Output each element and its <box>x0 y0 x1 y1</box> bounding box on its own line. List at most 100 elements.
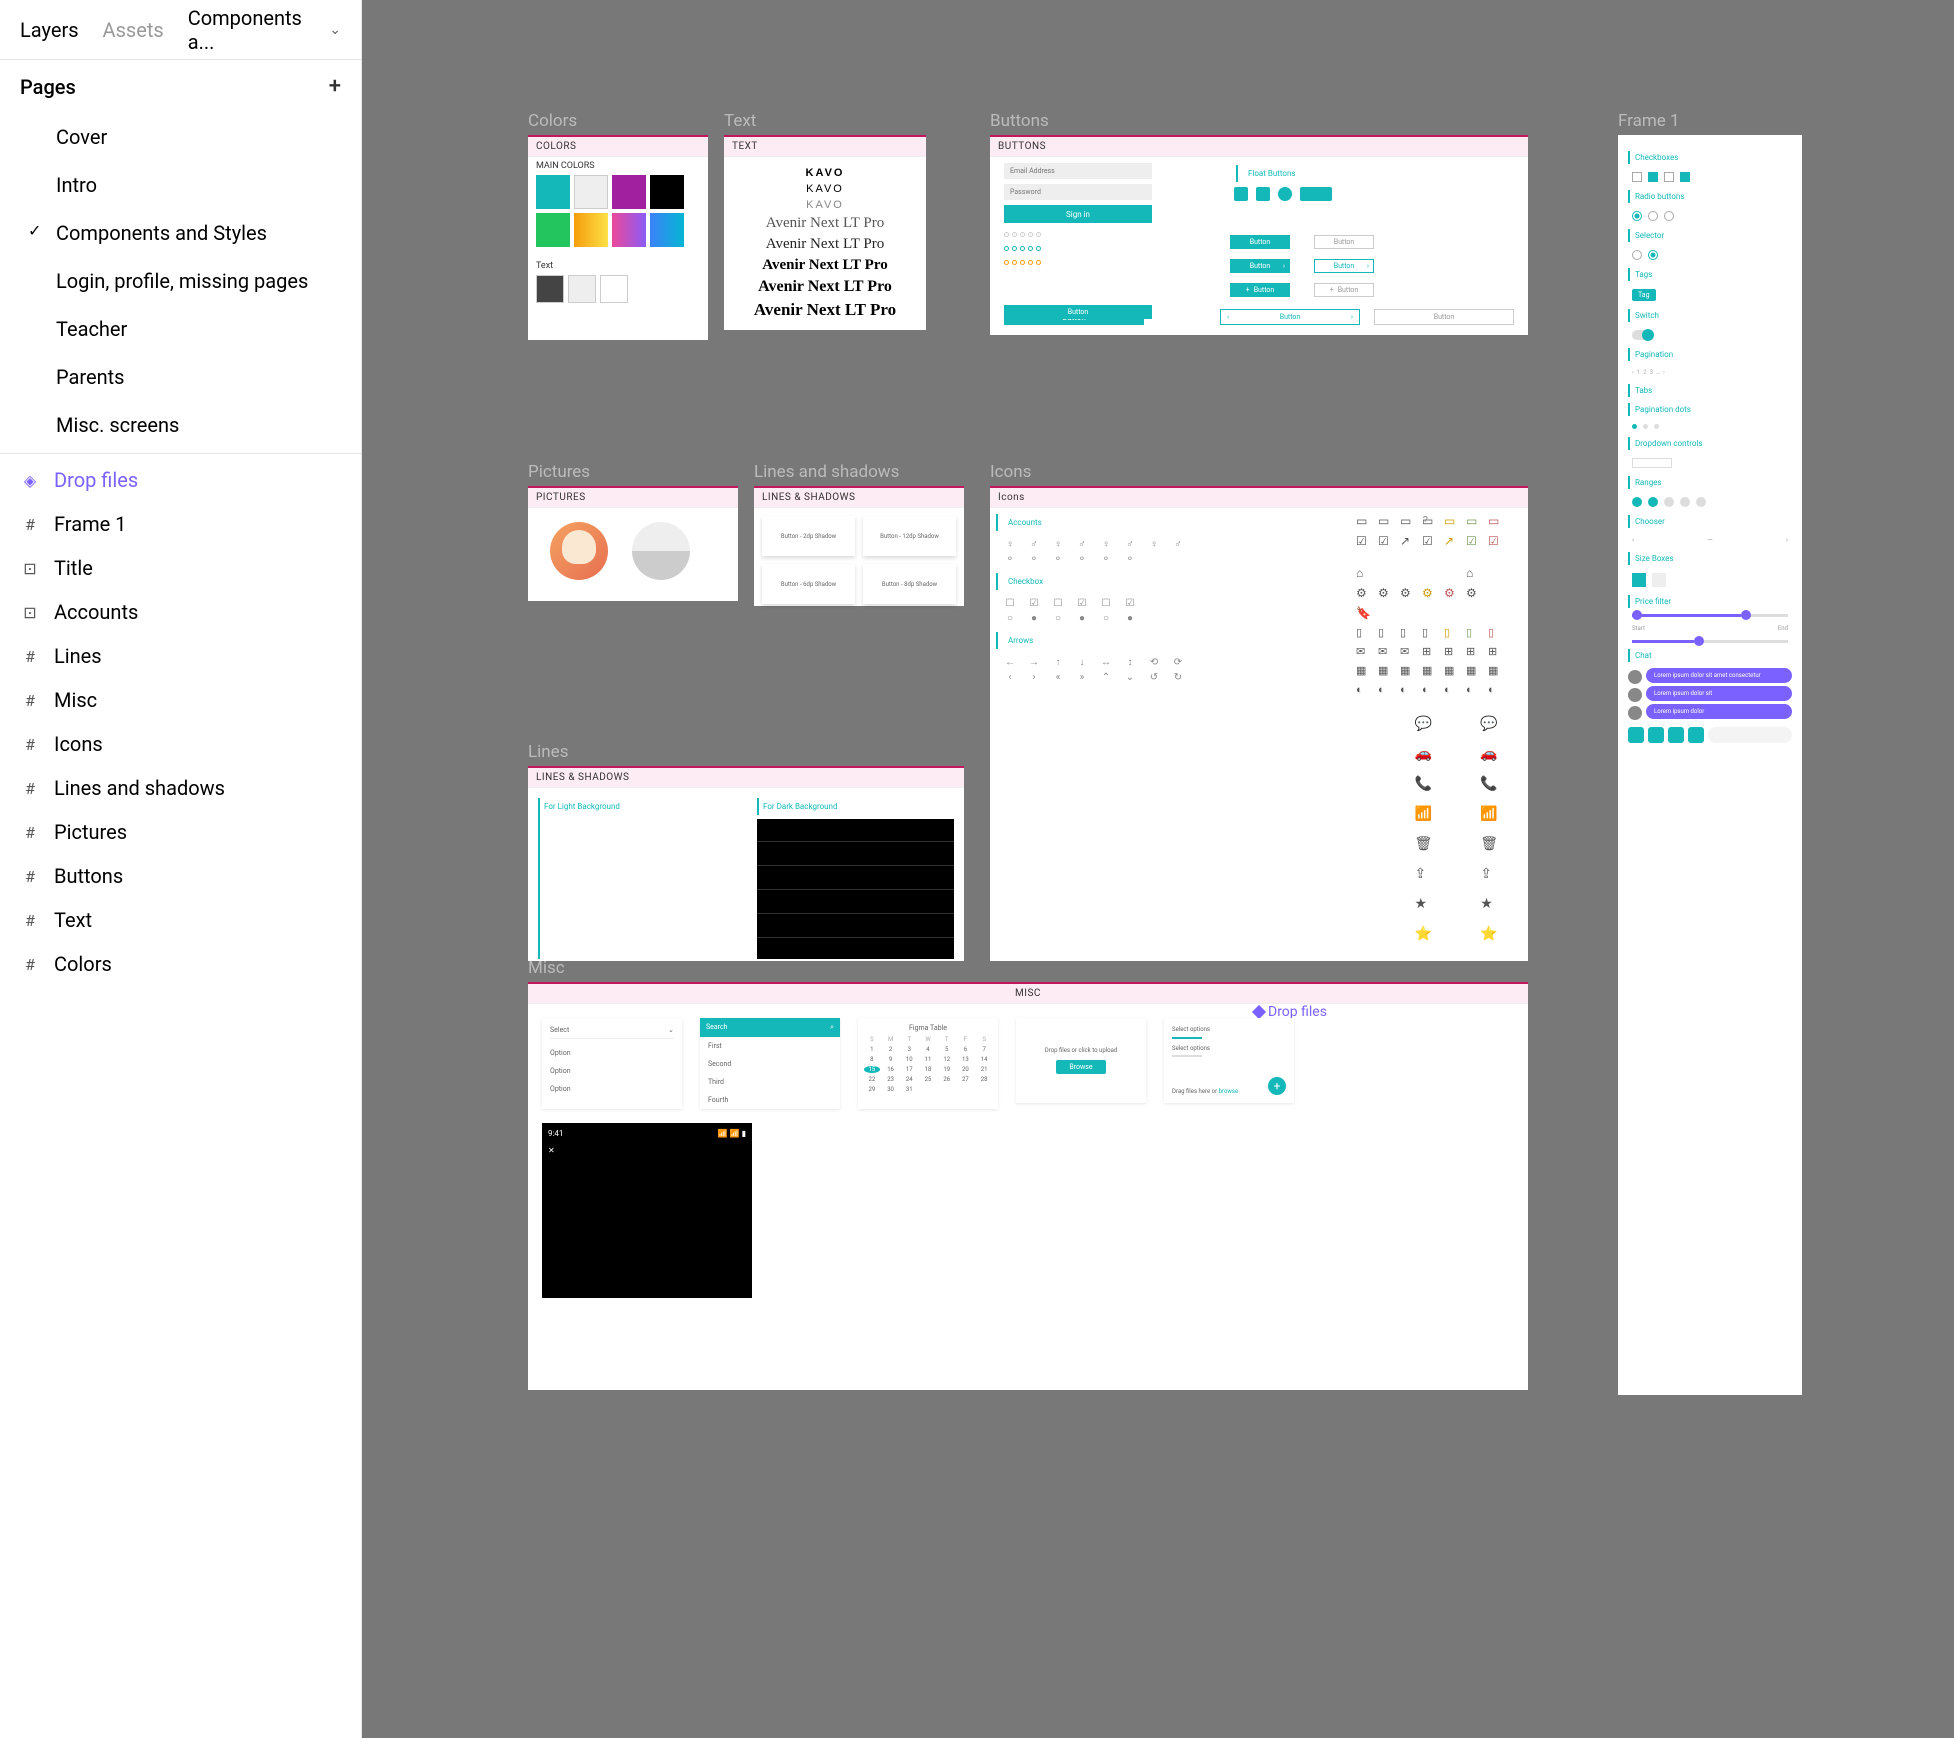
frame-text[interactable]: Text TEXT KAVO KAVO KAVO Avenir Next LT … <box>724 135 926 330</box>
color-swatch[interactable] <box>650 213 684 247</box>
slider[interactable] <box>1632 614 1788 617</box>
color-swatch[interactable] <box>612 175 646 209</box>
calendar-day[interactable]: 22 <box>864 1076 880 1083</box>
dropdown-card[interactable]: Select⌄ Option Option Option <box>542 1018 682 1109</box>
calendar-day[interactable]: 4 <box>920 1046 936 1053</box>
switch[interactable] <box>1632 330 1652 340</box>
calendar-day[interactable]: 3 <box>901 1046 917 1053</box>
mic-button[interactable] <box>1668 727 1684 743</box>
signin-button[interactable]: Sign in <box>1004 205 1152 223</box>
color-swatch[interactable] <box>536 275 564 303</box>
frame-misc[interactable]: Misc MISC Drop files Select⌄ Option Opti… <box>528 982 1528 1390</box>
calendar-day[interactable]: 11 <box>920 1056 936 1063</box>
calendar-day[interactable]: 20 <box>958 1066 974 1073</box>
camera-button[interactable] <box>1688 727 1704 743</box>
button-outline-plus[interactable]: +Button <box>1314 283 1374 297</box>
layer-item[interactable]: #Lines <box>0 634 361 678</box>
page-item[interactable]: Cover <box>0 113 361 161</box>
tag[interactable]: Tag <box>1632 289 1656 301</box>
color-swatch[interactable] <box>612 213 646 247</box>
layer-item[interactable]: #Misc <box>0 678 361 722</box>
page-item[interactable]: Misc. screens <box>0 401 361 449</box>
radio[interactable] <box>1648 211 1658 221</box>
attach-button[interactable] <box>1628 727 1644 743</box>
frame-colors[interactable]: Colors COLORS MAIN COLORS Text <box>528 135 708 340</box>
calendar-day[interactable]: 1 <box>864 1046 880 1053</box>
canvas[interactable]: Colors COLORS MAIN COLORS Text Text TEXT… <box>362 0 1954 1738</box>
chat-input[interactable] <box>1708 727 1792 743</box>
calendar-day[interactable]: 5 <box>939 1046 955 1053</box>
calendar-day[interactable]: 17 <box>901 1066 917 1073</box>
page-item[interactable]: Intro <box>0 161 361 209</box>
calendar-card[interactable]: Figma Table SMTWTFS123456789101112131415… <box>858 1018 998 1109</box>
layer-item[interactable]: #Lines and shadows <box>0 766 361 810</box>
calendar-day[interactable]: 16 <box>883 1066 899 1073</box>
frame-icons[interactable]: Icons Icons Accounts ♀♂♀♂♀♂♀♂ ⚬⚬⚬⚬⚬⚬ Che… <box>990 486 1528 961</box>
color-swatch[interactable] <box>536 175 570 209</box>
calendar-day[interactable]: 27 <box>958 1076 974 1083</box>
calendar-day[interactable]: 10 <box>901 1056 917 1063</box>
button-outline-arrow[interactable]: Button› <box>1314 259 1374 273</box>
calendar-day[interactable]: 9 <box>883 1056 899 1063</box>
calendar-day[interactable]: 21 <box>976 1066 992 1073</box>
calendar-day[interactable]: 25 <box>920 1076 936 1083</box>
dropzone-card[interactable]: Drop files or click to upload Browse <box>1016 1018 1146 1103</box>
square-button[interactable] <box>1256 187 1270 201</box>
color-swatch[interactable] <box>568 275 596 303</box>
calendar-day[interactable]: 15 <box>864 1066 880 1073</box>
button-filled[interactable]: Button <box>1230 235 1290 249</box>
frame-1[interactable]: Frame 1 Checkboxes Radio buttons Selecto… <box>1618 135 1802 1395</box>
page-item[interactable]: Components and Styles <box>0 209 361 257</box>
checkbox-checked[interactable] <box>1648 172 1658 182</box>
calendar-day[interactable]: 23 <box>883 1076 899 1083</box>
pill-button[interactable] <box>1300 187 1332 201</box>
page-item[interactable]: Login, profile, missing pages <box>0 257 361 305</box>
layer-item[interactable]: ⊡Accounts <box>0 590 361 634</box>
page-item[interactable]: Parents <box>0 353 361 401</box>
color-swatch[interactable] <box>650 175 684 209</box>
calendar-day[interactable]: 7 <box>976 1046 992 1053</box>
select-card[interactable]: Search⌕ First Second Third Fourth <box>700 1018 840 1109</box>
frame-buttons[interactable]: Buttons BUTTONS Float Buttons Sign in Bu… <box>990 135 1528 335</box>
upload-card[interactable]: Select options Select options Drag files… <box>1164 1018 1294 1103</box>
layer-item[interactable]: #Buttons <box>0 854 361 898</box>
calendar-day[interactable]: 19 <box>939 1066 955 1073</box>
layer-item[interactable]: #Text <box>0 898 361 942</box>
button-wide-teal2[interactable]: Button <box>1004 305 1152 319</box>
layer-item[interactable]: #Pictures <box>0 810 361 854</box>
dropdown[interactable] <box>1632 458 1672 468</box>
frame-lines-shadows[interactable]: Lines and shadows LINES & SHADOWS Button… <box>754 486 964 606</box>
calendar-day[interactable]: 12 <box>939 1056 955 1063</box>
round-button[interactable] <box>1278 187 1292 201</box>
file-menu[interactable]: Components a... ⌄ <box>188 6 341 54</box>
calendar-day[interactable]: 26 <box>939 1076 955 1083</box>
calendar-day[interactable]: 24 <box>901 1076 917 1083</box>
fab-add[interactable]: + <box>1268 1077 1286 1095</box>
calendar-day[interactable]: 18 <box>920 1066 936 1073</box>
password-field[interactable] <box>1004 184 1152 200</box>
color-swatch[interactable] <box>574 175 608 209</box>
calendar-day[interactable]: 13 <box>958 1056 974 1063</box>
color-swatch[interactable] <box>574 213 608 247</box>
layer-item[interactable]: #Colors <box>0 942 361 986</box>
emoji-button[interactable] <box>1648 727 1664 743</box>
layer-item[interactable]: ⊡Title <box>0 546 361 590</box>
calendar-day[interactable]: 8 <box>864 1056 880 1063</box>
calendar-day[interactable]: 2 <box>883 1046 899 1053</box>
tab-layers[interactable]: Layers <box>20 18 79 42</box>
button-wide-ghost[interactable]: Button <box>1374 309 1514 325</box>
add-page-button[interactable]: + <box>329 74 341 99</box>
calendar-day[interactable]: 31 <box>901 1086 917 1093</box>
color-swatch[interactable] <box>536 213 570 247</box>
slider[interactable] <box>1632 640 1788 643</box>
calendar-day[interactable]: 14 <box>976 1056 992 1063</box>
browse-button[interactable]: Browse <box>1056 1060 1106 1074</box>
layer-item[interactable]: #Icons <box>0 722 361 766</box>
radio-checked[interactable] <box>1632 211 1642 221</box>
calendar-day[interactable]: 30 <box>883 1086 899 1093</box>
button-filled-arrow[interactable]: Button› <box>1230 259 1290 273</box>
calendar-day[interactable]: 6 <box>958 1046 974 1053</box>
button-filled-plus[interactable]: +Button <box>1230 283 1290 297</box>
tab-assets[interactable]: Assets <box>103 18 164 42</box>
layer-item[interactable]: #Frame 1 <box>0 502 361 546</box>
